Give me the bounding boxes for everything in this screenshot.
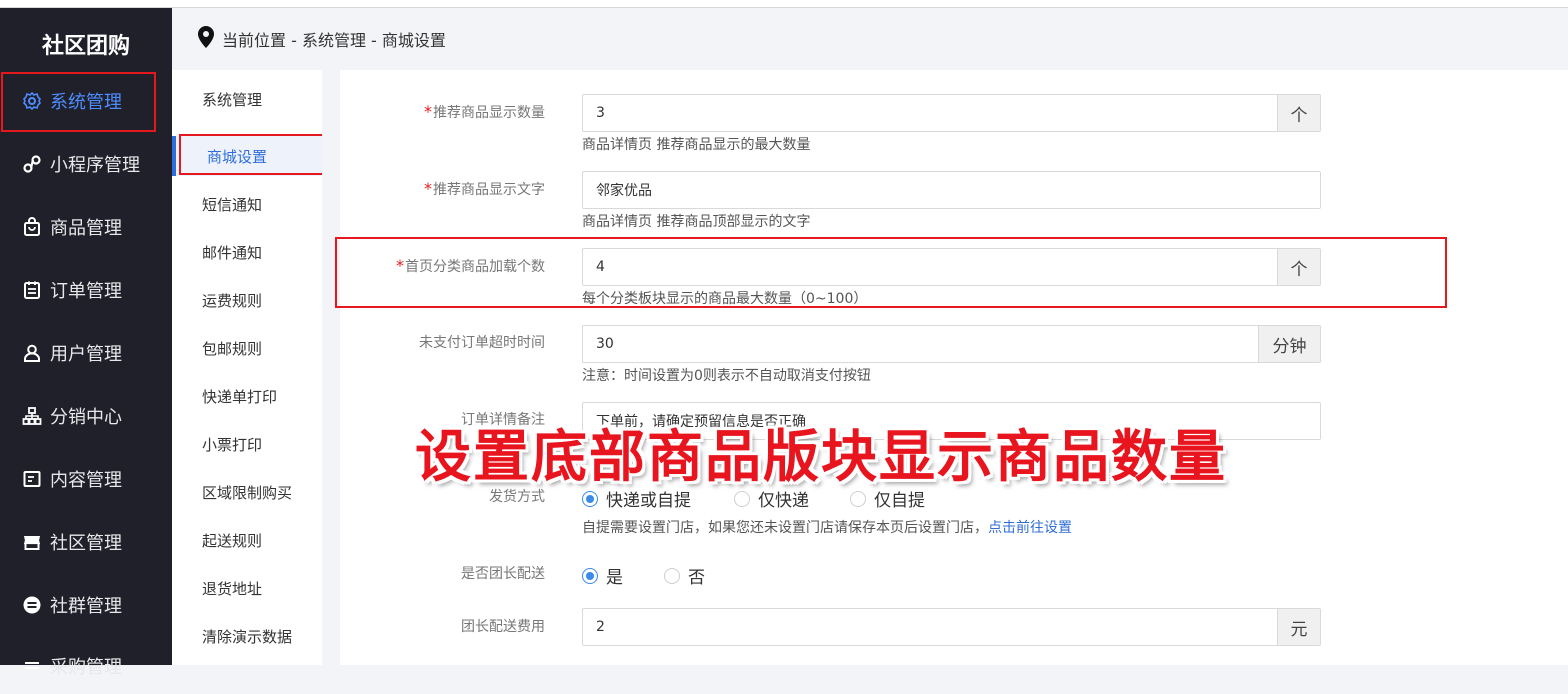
content-gap [322, 70, 340, 665]
sidebar-item-goods[interactable]: 商品管理 [0, 199, 172, 255]
submenu-item-receipt-print[interactable]: 小票打印 [172, 424, 322, 464]
leader-fee-group: 元 [582, 608, 1321, 646]
rec-text-input[interactable] [583, 172, 1320, 208]
gear-icon [22, 91, 42, 111]
required-mark: * [424, 179, 432, 198]
leader-option-label: 是 [606, 568, 623, 588]
cat-count-help: 每个分类板块显示的商品最大数量（0~100） [582, 291, 868, 307]
submenu-item-express-print[interactable]: 快递单打印 [172, 376, 322, 416]
top-border [0, 0, 1568, 8]
goto-settings-link[interactable]: 点击前往设置 [988, 520, 1072, 536]
sidebar-item-label: 内容管理 [50, 470, 122, 491]
required-mark: * [396, 256, 404, 275]
breadcrumb-bar: 当前位置 - 系统管理 - 商城设置 [172, 8, 1568, 70]
sidebar-item-community[interactable]: 社区管理 [0, 514, 172, 570]
rec-text-group [582, 171, 1321, 209]
timeout-label: 未支付订单超时时间 [419, 335, 545, 351]
leader-label: 是否团长配送 [461, 566, 545, 582]
cart-icon [22, 656, 42, 676]
rec-count-label-text: 推荐商品显示数量 [433, 105, 545, 121]
rec-text-label: *推荐商品显示文字 [340, 179, 545, 199]
sidebar-item-label: 社区管理 [50, 533, 122, 554]
settings-submenu: 系统管理 商城设置 短信通知 邮件通知 运费规则 包邮规则 快递单打印 小票打印… [172, 70, 322, 665]
submenu-item-mall-settings[interactable]: 商城设置 [172, 136, 322, 176]
cat-count-label-text: 首页分类商品加载个数 [405, 259, 545, 275]
sidebar-item-distribution[interactable]: 分销中心 [0, 388, 172, 444]
cat-count-label: *首页分类商品加载个数 [340, 256, 545, 276]
submenu-item-return-address[interactable]: 退货地址 [172, 568, 322, 608]
radio-unchecked[interactable] [664, 567, 680, 584]
sidebar-item-label: 订单管理 [50, 281, 122, 302]
ship-help-text: 自提需要设置门店，如果您还未设置门店请保存本页后设置门店， [582, 520, 988, 536]
sidebar-item-miniprogram[interactable]: 小程序管理 [0, 136, 172, 192]
timeout-help: 注意：时间设置为0则表示不自动取消支付按钮 [582, 368, 871, 384]
submenu-item-clear-demo[interactable]: 清除演示数据 [172, 616, 322, 656]
brand-logo: 社区团购 [41, 34, 130, 59]
timeout-input[interactable] [583, 326, 1258, 362]
sidebar-item-label: 小程序管理 [50, 155, 140, 176]
sidebar-item-label: 商品管理 [50, 218, 122, 239]
ship-help: 自提需要设置门店，如果您还未设置门店请保存本页后设置门店，点击前往设置 [582, 517, 1072, 537]
leader-option-label: 否 [688, 568, 705, 588]
sidebar-item-groups[interactable]: 社群管理 [0, 577, 172, 633]
sidebar-item-system[interactable]: 系统管理 [0, 73, 172, 129]
sidebar-item-label: 采购管理 [50, 657, 122, 678]
submenu-item-free-shipping[interactable]: 包邮规则 [172, 328, 322, 368]
rec-text-label-text: 推荐商品显示文字 [433, 182, 545, 198]
rec-text-help: 商品详情页 推荐商品顶部显示的文字 [582, 214, 811, 230]
hierarchy-icon [22, 406, 42, 426]
cat-count-input[interactable] [583, 249, 1277, 285]
radio-checked[interactable] [582, 567, 598, 584]
timeout-group: 分钟 [582, 325, 1321, 363]
store-icon [22, 532, 42, 552]
clipboard-icon [22, 280, 42, 300]
rec-count-help: 商品详情页 推荐商品显示的最大数量 [582, 137, 811, 153]
required-mark: * [424, 102, 432, 121]
sidebar-item-purchase[interactable]: 采购管理 [0, 638, 172, 694]
main-sidebar: 社区团购 系统管理 小程序管理 商品管理 订单管理 用户管理 分销中心 内容管理… [0, 8, 172, 678]
timeout-unit: 分钟 [1258, 326, 1320, 362]
location-pin-icon [196, 25, 216, 53]
link-icon [22, 154, 42, 174]
leader-fee-unit: 元 [1277, 609, 1320, 645]
sidebar-item-label: 用户管理 [50, 344, 122, 365]
cat-count-group: 个 [582, 248, 1321, 286]
user-icon [22, 343, 42, 363]
cat-count-unit: 个 [1277, 249, 1320, 285]
leader-option-yes[interactable]: 是 [582, 563, 623, 588]
breadcrumb: 当前位置 - 系统管理 - 商城设置 [222, 31, 446, 50]
leader-fee-input[interactable] [583, 609, 1277, 645]
submenu-title: 系统管理 [202, 90, 263, 109]
rec-count-group: 个 [582, 94, 1321, 132]
group-icon [22, 595, 42, 615]
sidebar-item-content[interactable]: 内容管理 [0, 451, 172, 507]
sidebar-item-label: 社群管理 [50, 596, 122, 617]
settings-form: *推荐商品显示数量 个 商品详情页 推荐商品显示的最大数量 *推荐商品显示文字 … [340, 70, 1568, 665]
submenu-item-sms[interactable]: 短信通知 [172, 184, 322, 224]
submenu-item-freight[interactable]: 运费规则 [172, 280, 322, 320]
sidebar-item-label: 分销中心 [50, 407, 122, 428]
sidebar-item-users[interactable]: 用户管理 [0, 325, 172, 381]
submenu-item-email[interactable]: 邮件通知 [172, 232, 322, 272]
sidebar-item-label: 系统管理 [50, 92, 122, 113]
sidebar-item-orders[interactable]: 订单管理 [0, 262, 172, 318]
bag-icon [22, 217, 42, 237]
leader-fee-label: 团长配送费用 [461, 619, 545, 635]
rec-count-input[interactable] [583, 95, 1277, 131]
submenu-item-min-order[interactable]: 起送规则 [172, 520, 322, 560]
annotation-overlay-text: 设置底部商品版块显示商品数量 [415, 425, 1227, 490]
submenu-item-region-limit[interactable]: 区域限制购买 [172, 472, 322, 512]
leader-option-no[interactable]: 否 [664, 563, 705, 588]
document-icon [22, 469, 42, 489]
rec-count-unit: 个 [1277, 95, 1320, 131]
rec-count-label: *推荐商品显示数量 [340, 102, 545, 122]
